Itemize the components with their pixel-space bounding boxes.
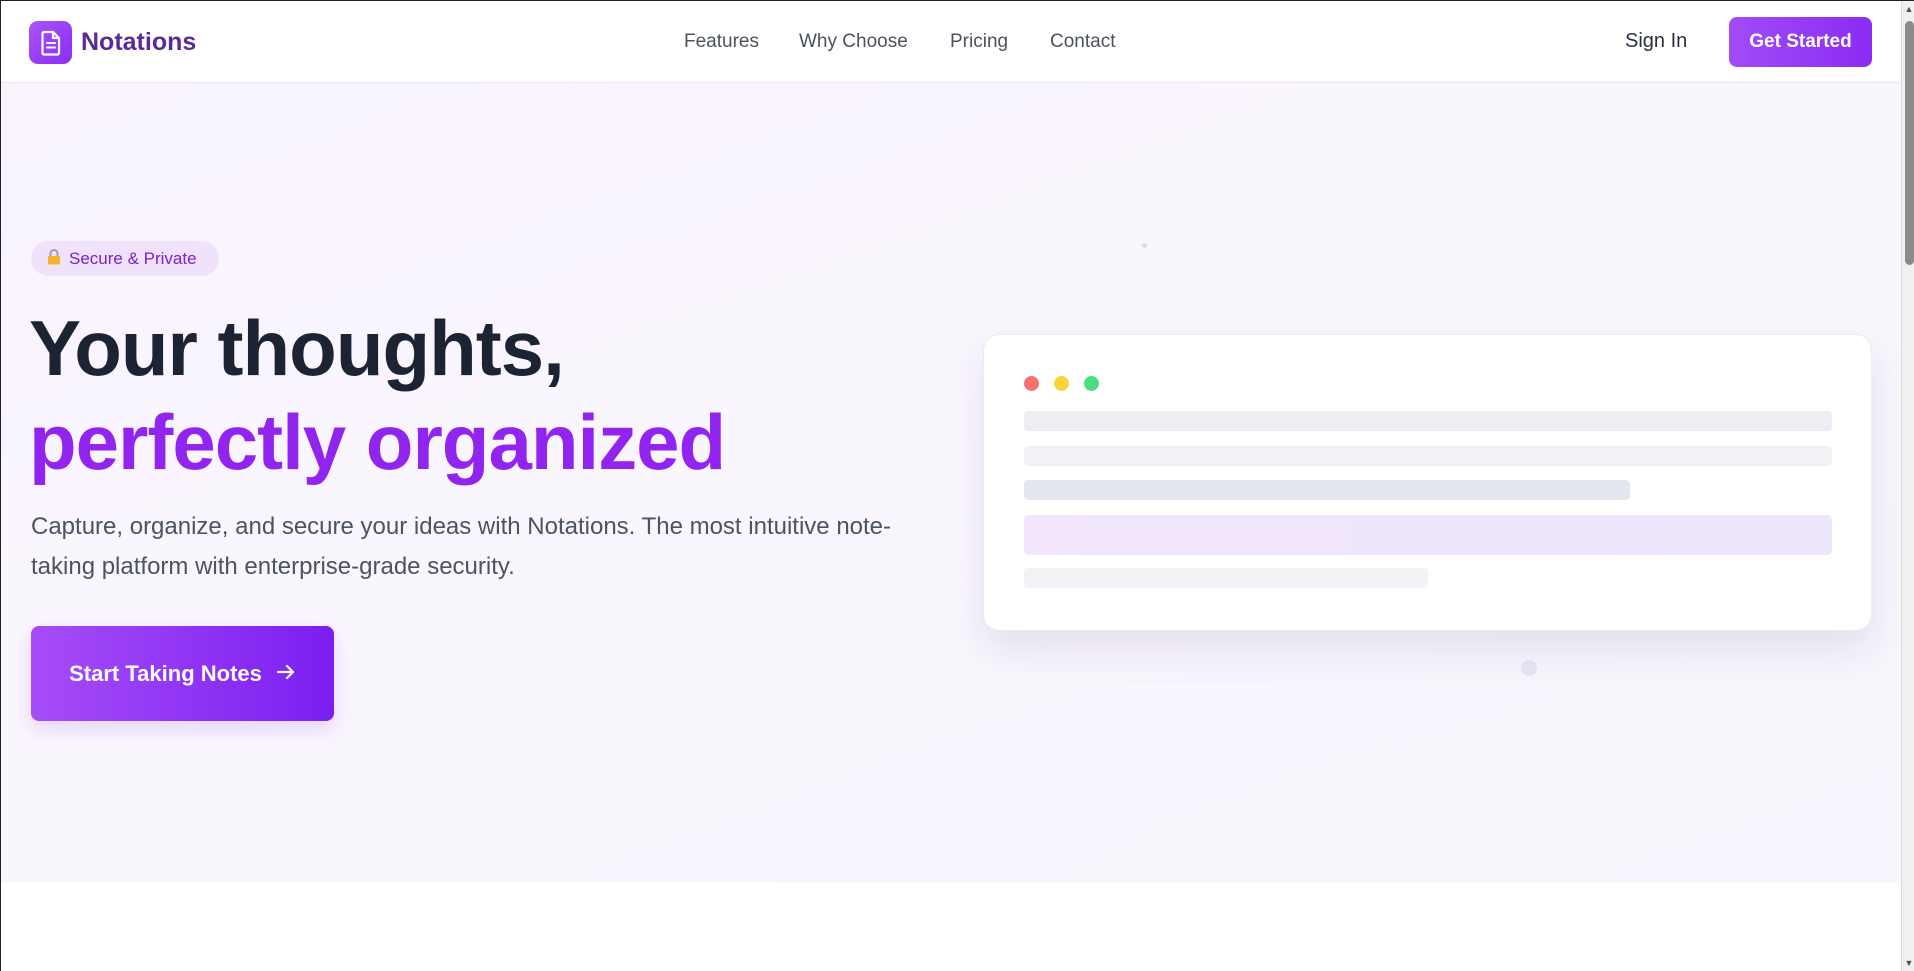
nav-pricing[interactable]: Pricing (950, 31, 1008, 53)
placeholder-line (1024, 568, 1428, 588)
security-badge: Secure & Private (31, 241, 219, 276)
hero-section: Secure & Private Your thoughts, perfectl… (1, 83, 1901, 883)
page-viewport: Notations Features Why Choose Pricing Co… (1, 1, 1901, 971)
decorative-dot (1521, 660, 1537, 676)
scroll-up-arrow-icon[interactable]: ▲ (1902, 2, 1914, 16)
editor-preview-card (983, 334, 1872, 631)
get-started-button[interactable]: Get Started (1729, 17, 1872, 67)
start-taking-notes-button[interactable]: Start Taking Notes (31, 626, 334, 721)
scroll-down-arrow-icon[interactable]: ▼ (1902, 956, 1914, 970)
scrollbar-thumb[interactable] (1905, 21, 1914, 265)
nav-why-choose[interactable]: Why Choose (799, 31, 908, 53)
decorative-dot (1142, 243, 1147, 248)
site-header: Notations Features Why Choose Pricing Co… (1, 1, 1901, 83)
window-maximize-dot (1084, 376, 1099, 391)
brand[interactable]: Notations (29, 21, 196, 64)
placeholder-line (1024, 446, 1832, 466)
lock-icon (47, 249, 61, 268)
arrow-right-icon (276, 661, 296, 687)
window-close-dot (1024, 376, 1039, 391)
sign-in-link[interactable]: Sign In (1625, 30, 1687, 53)
cta-label: Start Taking Notes (69, 660, 262, 686)
placeholder-line (1024, 411, 1832, 431)
hero-subtitle: Capture, organize, and secure your ideas… (31, 513, 892, 580)
window-minimize-dot (1054, 376, 1069, 391)
vertical-scrollbar[interactable]: ▲ ▼ (1901, 1, 1914, 971)
badge-label: Secure & Private (69, 248, 197, 268)
hero-title-line-1: Your thoughts, (29, 304, 565, 392)
nav-features[interactable]: Features (684, 31, 759, 53)
placeholder-line (1024, 480, 1630, 500)
document-icon (29, 21, 72, 64)
nav-contact[interactable]: Contact (1050, 31, 1115, 53)
brand-name: Notations (81, 28, 197, 56)
placeholder-highlight-block (1024, 515, 1832, 555)
hero-title-line-2: perfectly organized (29, 398, 726, 486)
